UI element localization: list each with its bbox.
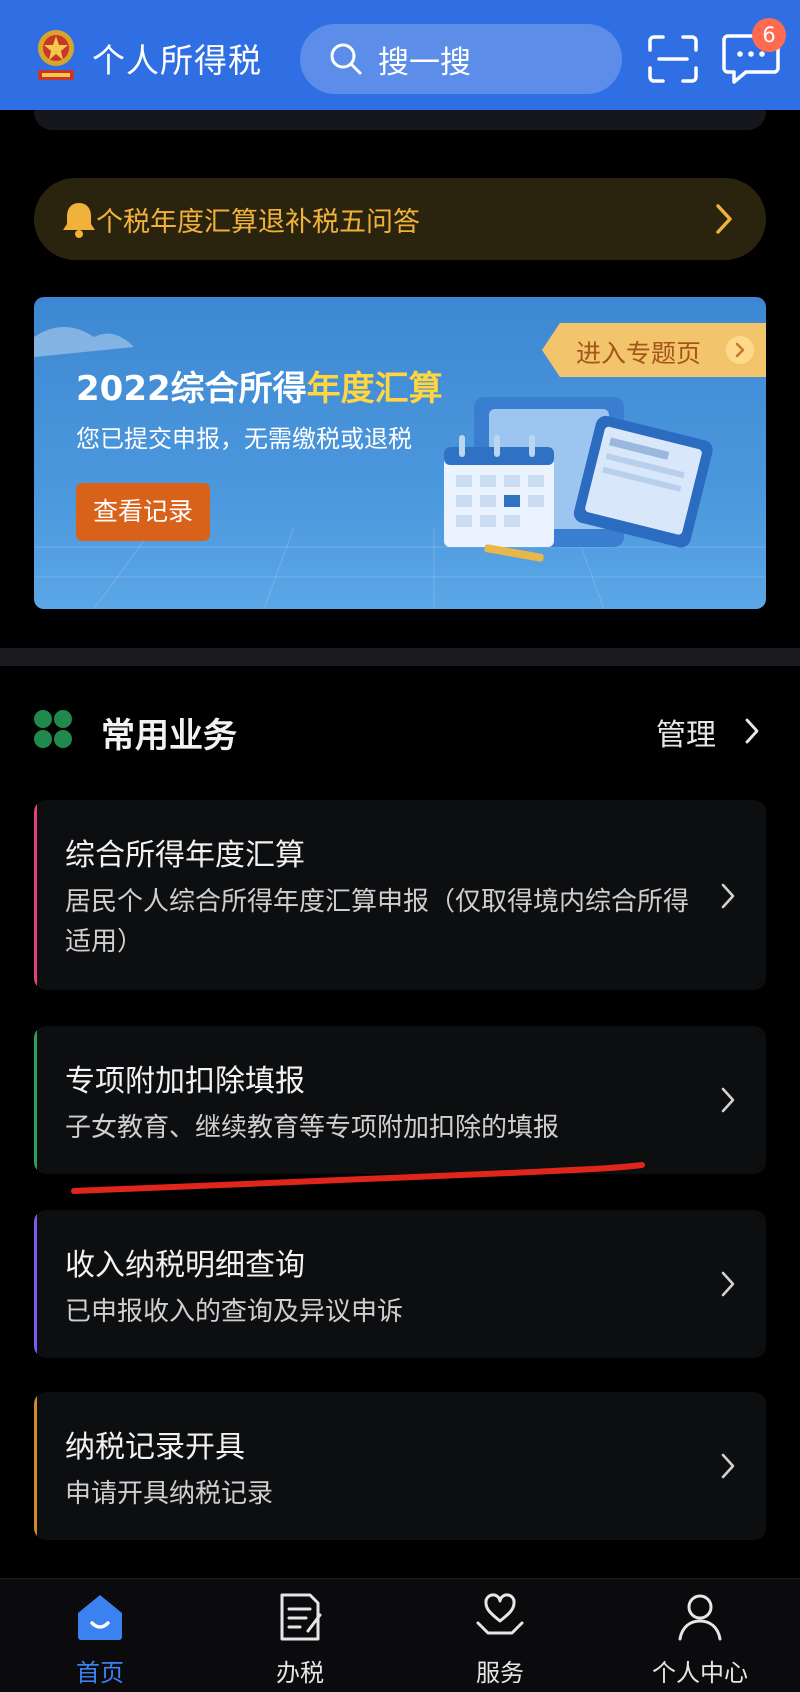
chevron-circle-icon xyxy=(726,336,754,364)
service-title: 收入纳税明细查询 xyxy=(65,1248,305,1283)
chevron-right-icon[interactable] xyxy=(744,717,760,745)
nav-label: 首页 xyxy=(76,1659,124,1687)
section-divider xyxy=(0,648,800,666)
search-input[interactable]: 搜一搜 xyxy=(300,24,622,94)
notice-bar[interactable]: 个税年度汇算退补税五问答 xyxy=(34,178,766,260)
tax-form-icon xyxy=(280,1593,322,1641)
topic-button-label: 进入专题页 xyxy=(576,339,702,368)
service-desc: 已申报收入的查询及异议申诉 xyxy=(65,1297,404,1327)
banner-subtitle: 您已提交申报，无需缴税或退税 xyxy=(76,425,412,453)
nav-service[interactable]: 服务 xyxy=(430,1591,570,1687)
service-title: 纳税记录开具 xyxy=(65,1430,245,1465)
service-card-tax-record[interactable]: 纳税记录开具 申请开具纳税记录 xyxy=(34,1392,766,1540)
service-card-annual-settlement[interactable]: 综合所得年度汇算 居民个人综合所得年度汇算申报（仅取得境内综合所得适用） xyxy=(34,800,766,990)
banner-title: 2022综合所得年度汇算 xyxy=(76,361,443,410)
enter-topic-button[interactable]: 进入专题页 xyxy=(542,323,766,377)
notice-text: 个税年度汇算退补税五问答 xyxy=(96,207,420,238)
service-desc: 子女教育、继续教育等专项附加扣除的填报 xyxy=(65,1113,560,1143)
tax-emblem-logo xyxy=(38,30,74,80)
service-title: 专项附加扣除填报 xyxy=(65,1064,305,1099)
view-record-button[interactable]: 查看记录 xyxy=(76,483,210,541)
app-header: 个人所得税 搜一搜 6 xyxy=(0,0,800,110)
banner-title-highlight: 年度汇算 xyxy=(306,369,443,409)
bell-icon xyxy=(63,203,95,238)
chevron-right-icon xyxy=(716,204,732,234)
annual-settlement-banner[interactable]: 2022综合所得年度汇算 您已提交申报，无需缴税或退税 查看记录 进入专题页 xyxy=(34,297,766,609)
nav-label: 个人中心 xyxy=(652,1659,748,1687)
service-card-income-query[interactable]: 收入纳税明细查询 已申报收入的查询及异议申诉 xyxy=(34,1210,766,1358)
chevron-right-icon xyxy=(721,1087,735,1113)
bottom-navigation: 首页 办税 服务 个人中心 xyxy=(0,1578,800,1692)
heart-hand-icon xyxy=(476,1593,524,1635)
nav-tax[interactable]: 办税 xyxy=(230,1591,370,1687)
nav-label: 服务 xyxy=(476,1659,524,1687)
grid-icon xyxy=(34,710,72,748)
chevron-right-icon xyxy=(721,883,735,909)
red-underline-annotation xyxy=(71,1162,645,1194)
card-accent xyxy=(34,1392,37,1540)
banner-title-main: 2022综合所得 xyxy=(76,369,307,409)
home-icon xyxy=(78,1595,122,1640)
service-desc: 申请开具纳税记录 xyxy=(65,1479,274,1509)
previous-card-edge xyxy=(34,110,766,130)
nav-home[interactable]: 首页 xyxy=(30,1591,170,1687)
manage-link[interactable]: 管理 xyxy=(656,710,716,754)
card-accent xyxy=(34,1210,37,1358)
section-title: 常用业务 xyxy=(101,716,237,756)
card-accent xyxy=(34,1026,37,1174)
search-placeholder: 搜一搜 xyxy=(378,44,471,81)
app-title: 个人所得税 xyxy=(92,41,262,80)
service-card-special-deduction[interactable]: 专项附加扣除填报 子女教育、继续教育等专项附加扣除的填报 xyxy=(34,1026,766,1174)
search-icon xyxy=(330,43,362,75)
service-title: 综合所得年度汇算 xyxy=(65,838,305,873)
message-count-badge: 6 xyxy=(752,18,786,52)
scan-icon[interactable] xyxy=(647,34,699,84)
service-desc: 居民个人综合所得年度汇算申报（仅取得境内综合所得适用） xyxy=(65,887,690,957)
chevron-right-icon xyxy=(721,1271,735,1297)
nav-profile[interactable]: 个人中心 xyxy=(630,1591,770,1687)
nav-label: 办税 xyxy=(276,1659,324,1687)
person-icon xyxy=(678,1594,722,1641)
chevron-right-icon xyxy=(721,1453,735,1479)
card-accent xyxy=(34,800,37,990)
